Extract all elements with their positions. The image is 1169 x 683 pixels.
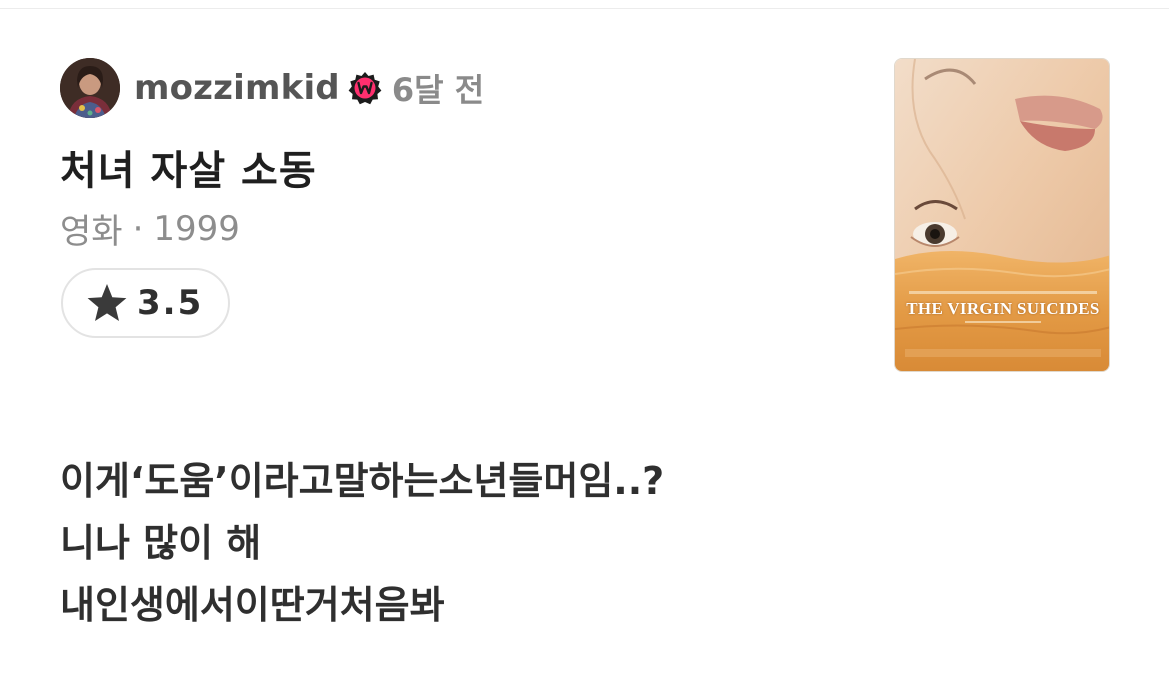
watcha-w-badge-icon [348,71,382,105]
review-header: mozzimkid 6달 전 [60,58,484,118]
movie-year: 1999 [153,208,240,249]
rating-badge: 3.5 [61,268,230,338]
movie-title[interactable]: 처녀 자살 소동 [60,138,317,196]
star-icon [85,281,129,325]
poster-title: THE VIRGIN SUICIDES [906,299,1100,318]
poster-image [895,59,1109,371]
review-body-line: 이게‘도움’이라고말하는소년들머임..? [60,459,665,503]
movie-poster[interactable]: THE VIRGIN SUICIDES [894,58,1110,372]
user-avatar[interactable] [60,58,120,118]
review-body-line: 내인생에서이딴거처음봐 [60,583,445,627]
username[interactable]: mozzimkid [134,68,340,108]
review-body[interactable]: 이게‘도움’이라고말하는소년들머임..? 니나 많이 해 내인생에서이딴거처음봐 [60,450,664,636]
review-body-line: 니나 많이 해 [60,521,262,565]
movie-meta: 영화 · 1999 [60,204,240,253]
rating-value: 3.5 [137,283,204,323]
review-card[interactable]: mozzimkid 6달 전 처녀 자살 소동 영화 · 1999 3.5 TH… [0,0,1169,683]
time-ago: 6달 전 [391,71,485,109]
movie-category: 영화 [60,212,123,252]
meta-separator: · [132,208,144,249]
avatar-portrait-icon [60,58,120,118]
